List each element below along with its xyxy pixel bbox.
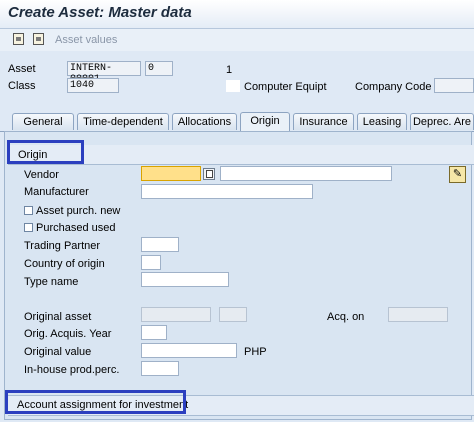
- company-code-label: Company Code: [355, 81, 432, 93]
- manufacturer-label: Manufacturer: [24, 186, 89, 198]
- manufacturer-field[interactable]: [141, 184, 313, 199]
- tab-insurance[interactable]: Insurance: [293, 113, 354, 130]
- country-of-origin-field[interactable]: [141, 255, 161, 270]
- title-bar: Create Asset: Master data: [0, 0, 474, 29]
- purchased-used-checkbox[interactable]: [24, 223, 33, 232]
- tab-time-dependent[interactable]: Time-dependent: [77, 113, 169, 130]
- trading-partner-field[interactable]: [141, 237, 179, 252]
- original-asset-subnumber-field: [219, 307, 247, 322]
- origin-highlight-box: [7, 140, 84, 164]
- quantity-text: 1: [226, 64, 233, 76]
- tab-strip: General Time-dependent Allocations Origi…: [0, 112, 474, 132]
- tab-origin[interactable]: Origin: [240, 112, 290, 131]
- tab-general[interactable]: General: [12, 113, 74, 130]
- edit-icon[interactable]: ✎: [449, 166, 466, 183]
- vendor-label: Vendor: [24, 169, 59, 181]
- asset-subnumber-field[interactable]: 0: [145, 61, 173, 76]
- original-value-label: Original value: [24, 346, 92, 358]
- asset-values-button[interactable]: Asset values: [55, 34, 117, 46]
- class-field[interactable]: 1040: [67, 78, 119, 93]
- acq-on-field: [388, 307, 448, 322]
- type-name-field[interactable]: [141, 272, 229, 287]
- orig-acquis-year-label: Orig. Acquis. Year: [24, 328, 112, 340]
- orig-acquis-year-field[interactable]: [141, 325, 167, 340]
- country-of-origin-label: Country of origin: [24, 258, 105, 270]
- trading-partner-label: Trading Partner: [24, 240, 101, 252]
- original-asset-field: [141, 307, 211, 322]
- inhouse-prod-label: In-house prod.perc.: [24, 364, 120, 376]
- asset-number-field[interactable]: INTERN-00001: [67, 61, 141, 85]
- tab-leasing[interactable]: Leasing: [357, 113, 407, 130]
- save-icon[interactable]: [13, 33, 24, 45]
- asset-purch-new-checkbox[interactable]: [24, 206, 33, 215]
- class-description: Computer Equipt: [244, 81, 327, 93]
- tab-deprec-areas[interactable]: Deprec. Are: [410, 113, 474, 130]
- class-description-box: [226, 80, 240, 92]
- window-title: Create Asset: Master data: [8, 4, 192, 21]
- acq-on-label: Acq. on: [327, 311, 365, 323]
- asset-label: Asset: [8, 63, 36, 75]
- purchased-used-label: Purchased used: [36, 222, 116, 234]
- account-assignment-highlight-box: [5, 390, 186, 414]
- vendor-search-icon[interactable]: [203, 168, 215, 180]
- application-toolbar: Asset values: [0, 29, 474, 51]
- new-icon[interactable]: [33, 33, 44, 45]
- tab-allocations[interactable]: Allocations: [172, 113, 237, 130]
- inhouse-prod-field[interactable]: [141, 361, 179, 376]
- currency-text: PHP: [244, 346, 267, 358]
- original-asset-label: Original asset: [24, 311, 92, 323]
- vendor-name-field[interactable]: [220, 166, 392, 181]
- company-code-field[interactable]: [434, 78, 474, 93]
- type-name-label: Type name: [24, 276, 79, 288]
- class-label: Class: [8, 80, 36, 92]
- vendor-field[interactable]: [141, 166, 201, 181]
- original-value-field[interactable]: [141, 343, 237, 358]
- asset-purch-new-label: Asset purch. new: [36, 205, 121, 217]
